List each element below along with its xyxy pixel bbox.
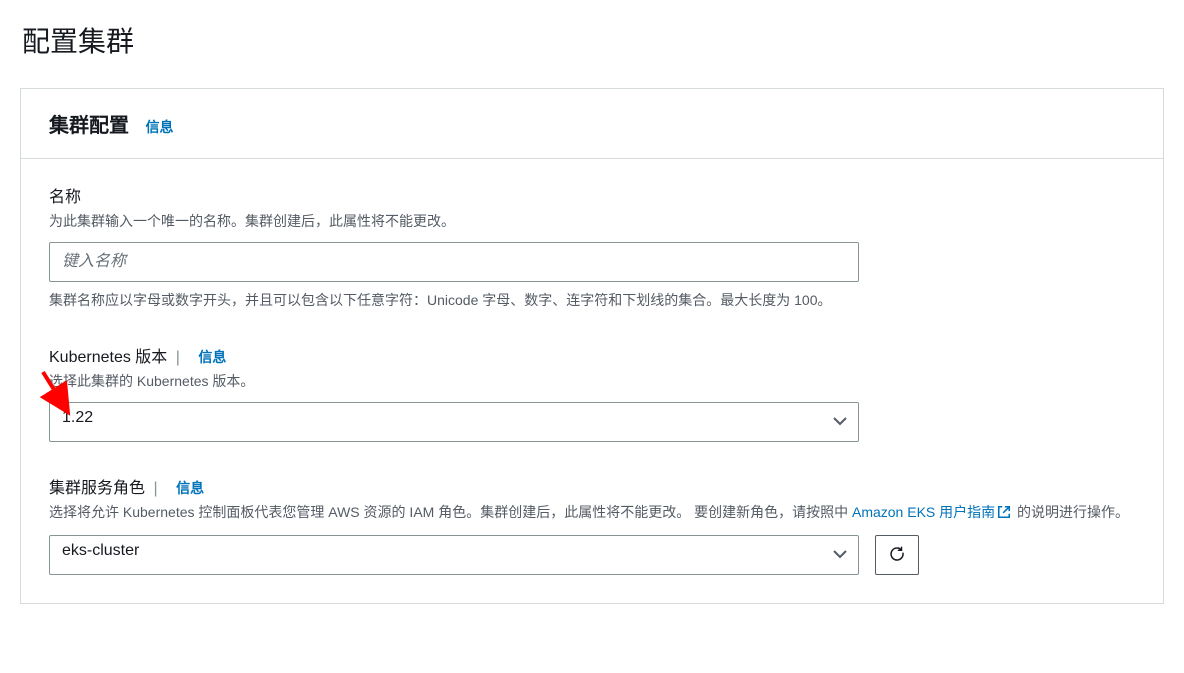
cluster-config-panel: 集群配置 信息 名称 为此集群输入一个唯一的名称。集群创建后，此属性将不能更改。… [20, 88, 1164, 604]
role-description-suffix: 的说明进行操作。 [1013, 504, 1129, 520]
name-hint: 集群名称应以字母或数字开头，并且可以包含以下任意字符：Unicode 字母、数字… [49, 290, 1135, 311]
version-form-group: Kubernetes 版本 | 信息 选择此集群的 Kubernetes 版本。… [49, 343, 1135, 442]
refresh-icon [888, 545, 906, 566]
version-label: Kubernetes 版本 [49, 349, 167, 366]
role-select[interactable]: eks-cluster [49, 535, 859, 575]
refresh-button[interactable] [875, 535, 919, 575]
version-select[interactable]: 1.22 [49, 402, 859, 442]
panel-title: 集群配置 [49, 115, 129, 137]
version-description: 选择此集群的 Kubernetes 版本。 [49, 371, 1135, 392]
role-description-prefix: 选择将允许 Kubernetes 控制面板代表您管理 AWS 资源的 IAM 角… [49, 504, 852, 520]
panel-body: 名称 为此集群输入一个唯一的名称。集群创建后，此属性将不能更改。 集群名称应以字… [21, 159, 1163, 603]
name-description: 为此集群输入一个唯一的名称。集群创建后，此属性将不能更改。 [49, 211, 1135, 232]
external-link-icon [997, 504, 1011, 525]
eks-user-guide-link[interactable]: Amazon EKS 用户指南 [852, 504, 1013, 520]
panel-header: 集群配置 信息 [21, 89, 1163, 159]
panel-info-link[interactable]: 信息 [145, 119, 173, 135]
role-info-link[interactable]: 信息 [176, 480, 204, 496]
name-form-group: 名称 为此集群输入一个唯一的名称。集群创建后，此属性将不能更改。 集群名称应以字… [49, 183, 1135, 311]
role-description: 选择将允许 Kubernetes 控制面板代表您管理 AWS 资源的 IAM 角… [49, 502, 1135, 525]
page-title: 配置集群 [20, 20, 1164, 60]
version-info-link[interactable]: 信息 [198, 349, 226, 365]
name-label: 名称 [49, 183, 1135, 207]
role-label: 集群服务角色 [49, 480, 145, 497]
name-input[interactable] [49, 242, 859, 282]
role-form-group: 集群服务角色 | 信息 选择将允许 Kubernetes 控制面板代表您管理 A… [49, 474, 1135, 575]
